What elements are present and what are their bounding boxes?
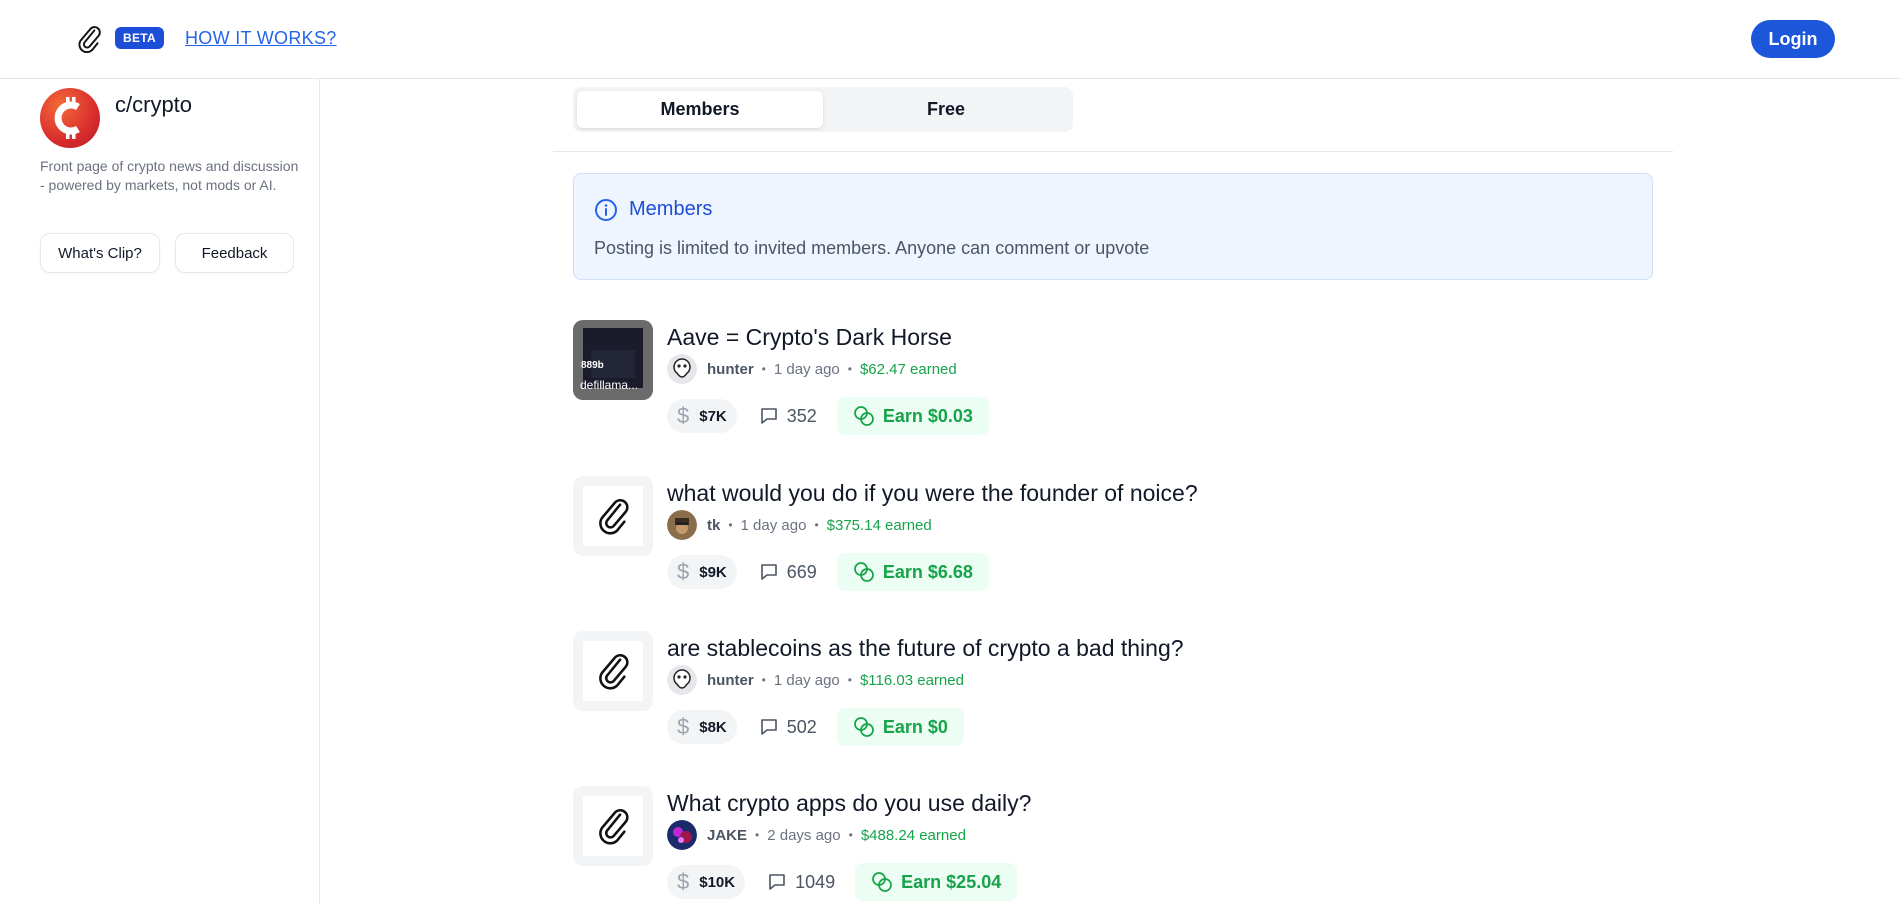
comment-icon — [760, 719, 777, 735]
community-name[interactable]: c/crypto — [115, 92, 192, 118]
post-author[interactable]: hunter — [707, 672, 754, 689]
post-meta: JAKE • 2 days ago • $488.24 earned — [667, 820, 966, 850]
earn-button[interactable]: Earn $0.03 — [836, 397, 989, 435]
comment-icon — [760, 564, 777, 580]
tab-free[interactable]: Free — [823, 91, 1069, 128]
post-time: 1 day ago — [773, 671, 840, 689]
login-button[interactable]: Login — [1751, 20, 1835, 58]
comment-icon — [760, 408, 777, 424]
post-actions: $ $10K 1049 Earn $25.04 — [667, 863, 1018, 901]
paperclip-icon — [599, 653, 629, 690]
dollar-icon: $ — [677, 869, 690, 894]
post-meta: hunter • 1 day ago • $62.47 earned — [667, 354, 957, 384]
post-actions: $ $8K 502 Earn $0 — [667, 708, 964, 746]
dollar-icon: $ — [677, 559, 690, 584]
post-time: 1 day ago — [773, 360, 840, 378]
thumbnail-image: 889b defillama... — [573, 320, 653, 400]
comments-button[interactable]: 669 — [759, 555, 817, 589]
info-title: Members — [629, 198, 713, 220]
earn-button[interactable]: Earn $0 — [836, 708, 964, 746]
post-item[interactable]: What crypto apps do you use daily? JAKE … — [573, 786, 1573, 904]
earn-button[interactable]: Earn $25.04 — [855, 863, 1018, 901]
price-button[interactable]: $ $7K — [667, 399, 737, 433]
post-earned: $488.24 earned — [860, 826, 966, 844]
post-actions: $ $7K 352 Earn $0.03 — [667, 397, 989, 435]
comment-icon — [769, 874, 785, 890]
paperclip-icon — [599, 498, 629, 535]
sidebar: c/crypto Front page of crypto news and d… — [0, 79, 320, 904]
info-icon — [595, 199, 617, 221]
coins-icon — [853, 406, 874, 426]
thumbnail-number: 889b — [581, 360, 604, 371]
feed-tabs: Members Free — [573, 87, 1073, 132]
whats-clip-button[interactable]: What's Clip? — [40, 233, 160, 273]
post-author[interactable]: JAKE — [707, 827, 747, 844]
post-meta: hunter • 1 day ago • $116.03 earned — [667, 665, 964, 695]
post-title[interactable]: what would you do if you were the founde… — [667, 480, 1198, 507]
post-earned: $62.47 earned — [859, 360, 957, 378]
avatar[interactable] — [667, 354, 697, 384]
dollar-icon: $ — [677, 403, 690, 428]
price-button[interactable]: $ $10K — [667, 865, 746, 899]
dollar-icon: $ — [677, 714, 690, 739]
paperclip-icon[interactable] — [76, 24, 102, 54]
post-title[interactable]: What crypto apps do you use daily? — [667, 790, 1031, 817]
comments-button[interactable]: 352 — [759, 399, 817, 433]
post-thumbnail[interactable]: 889b defillama... — [573, 320, 653, 400]
post-author[interactable]: hunter — [707, 361, 754, 378]
bitcoin-icon — [40, 88, 100, 148]
avatar[interactable] — [667, 510, 697, 540]
tab-members[interactable]: Members — [577, 91, 823, 128]
top-header: BETA HOW IT WORKS? Login — [0, 0, 1901, 79]
post-title[interactable]: are stablecoins as the future of crypto … — [667, 635, 1184, 662]
post-item[interactable]: 889b defillama... Aave = Crypto's Dark H… — [573, 320, 1573, 440]
coins-icon — [853, 717, 874, 737]
members-info-box: Members Posting is limited to invited me… — [573, 173, 1653, 280]
thumbnail-caption: defillama... — [580, 378, 639, 392]
price-button[interactable]: $ $9K — [667, 555, 737, 589]
earn-button[interactable]: Earn $6.68 — [836, 553, 989, 591]
post-thumbnail[interactable] — [573, 476, 653, 556]
post-item[interactable]: are stablecoins as the future of crypto … — [573, 631, 1573, 751]
avatar[interactable] — [667, 665, 697, 695]
post-earned: $375.14 earned — [826, 516, 932, 534]
post-thumbnail[interactable] — [573, 786, 653, 866]
post-meta: tk • 1 day ago • $375.14 earned — [667, 510, 932, 540]
post-thumbnail[interactable] — [573, 631, 653, 711]
post-title[interactable]: Aave = Crypto's Dark Horse — [667, 324, 952, 351]
price-button[interactable]: $ $8K — [667, 710, 737, 744]
post-actions: $ $9K 669 Earn $6.68 — [667, 553, 989, 591]
how-it-works-link[interactable]: HOW IT WORKS? — [185, 28, 337, 49]
coins-icon — [872, 872, 893, 892]
info-text: Posting is limited to invited members. A… — [594, 238, 1150, 258]
paperclip-icon — [599, 808, 629, 845]
post-earned: $116.03 earned — [859, 671, 964, 689]
post-item[interactable]: what would you do if you were the founde… — [573, 476, 1573, 596]
comments-button[interactable]: 1049 — [767, 865, 835, 899]
post-author[interactable]: tk — [707, 517, 720, 534]
community-description: Front page of crypto news and discussion… — [40, 158, 299, 193]
divider — [553, 151, 1673, 152]
avatar[interactable] — [667, 820, 697, 850]
coins-icon — [853, 562, 874, 582]
comments-button[interactable]: 502 — [759, 710, 817, 744]
post-time: 1 day ago — [740, 516, 807, 534]
beta-badge: BETA — [115, 27, 164, 49]
post-time: 2 days ago — [767, 826, 841, 844]
feedback-button[interactable]: Feedback — [175, 233, 294, 273]
